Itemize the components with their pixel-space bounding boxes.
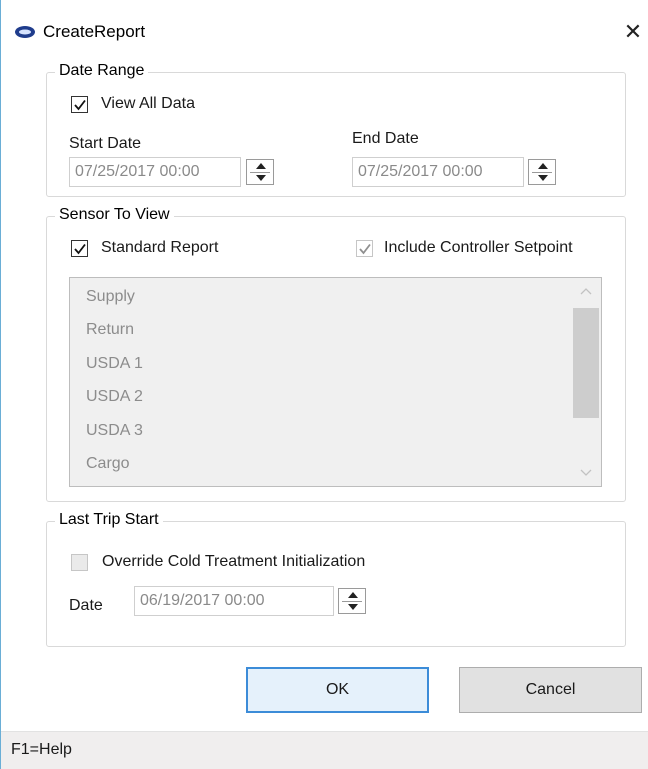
- help-hint: F1=Help: [11, 741, 72, 758]
- app-logo-icon: [15, 26, 35, 38]
- list-item[interactable]: USDA 2: [86, 388, 143, 406]
- sensor-list-scrollbar[interactable]: [573, 280, 599, 484]
- spin-up-icon[interactable]: [256, 163, 266, 169]
- window-title: CreateReport: [43, 22, 146, 41]
- list-item[interactable]: Supply: [86, 288, 135, 306]
- checkmark-icon: [74, 243, 86, 255]
- end-date-spinner[interactable]: [528, 159, 556, 185]
- last-trip-start-legend: Last Trip Start: [55, 511, 163, 529]
- start-date-label: Start Date: [69, 135, 142, 152]
- checkmark-icon: [359, 243, 371, 255]
- include-controller-setpoint-checkbox[interactable]: [356, 240, 373, 257]
- start-date-spinner[interactable]: [246, 159, 274, 185]
- scroll-up-icon[interactable]: [573, 280, 599, 304]
- ok-button[interactable]: OK: [246, 667, 429, 713]
- start-date-field[interactable]: 07/25/2017 00:00: [69, 157, 241, 187]
- sensor-list[interactable]: Supply Return USDA 1 USDA 2 USDA 3 Cargo: [69, 277, 602, 487]
- standard-report-checkbox[interactable]: [71, 240, 88, 257]
- view-all-data-label: View All Data: [101, 95, 195, 112]
- list-item[interactable]: Cargo: [86, 455, 130, 473]
- spin-down-icon[interactable]: [348, 604, 358, 610]
- date-range-legend: Date Range: [55, 62, 149, 80]
- last-trip-start-group: Last Trip Start: [46, 511, 626, 647]
- title-bar: CreateReport ✕: [1, 8, 648, 56]
- trip-date-label: Date: [69, 597, 103, 614]
- trip-date-spinner[interactable]: [338, 588, 366, 614]
- list-item[interactable]: USDA 3: [86, 422, 143, 440]
- status-bar: F1=Help: [1, 731, 648, 769]
- end-date-field[interactable]: 07/25/2017 00:00: [352, 157, 524, 187]
- cancel-button[interactable]: Cancel: [459, 667, 642, 713]
- list-item[interactable]: Return: [86, 321, 134, 339]
- spin-down-icon[interactable]: [256, 175, 266, 181]
- spin-down-icon[interactable]: [538, 175, 548, 181]
- checkmark-icon: [74, 99, 86, 111]
- trip-date-field[interactable]: 06/19/2017 00:00: [134, 586, 334, 616]
- standard-report-label: Standard Report: [101, 239, 219, 256]
- override-cold-treatment-label: Override Cold Treatment Initialization: [102, 553, 366, 570]
- include-controller-setpoint-label: Include Controller Setpoint: [384, 239, 573, 256]
- spin-up-icon[interactable]: [348, 592, 358, 598]
- scroll-thumb[interactable]: [573, 308, 599, 418]
- view-all-data-checkbox[interactable]: [71, 96, 88, 113]
- close-icon[interactable]: ✕: [619, 16, 647, 48]
- override-cold-treatment-checkbox[interactable]: [71, 554, 88, 571]
- scroll-down-icon[interactable]: [573, 460, 599, 484]
- spin-up-icon[interactable]: [538, 163, 548, 169]
- create-report-dialog: CreateReport ✕ Date Range View All Data …: [0, 0, 648, 769]
- end-date-label: End Date: [352, 130, 419, 147]
- list-item[interactable]: USDA 1: [86, 355, 143, 373]
- sensor-to-view-legend: Sensor To View: [55, 206, 174, 224]
